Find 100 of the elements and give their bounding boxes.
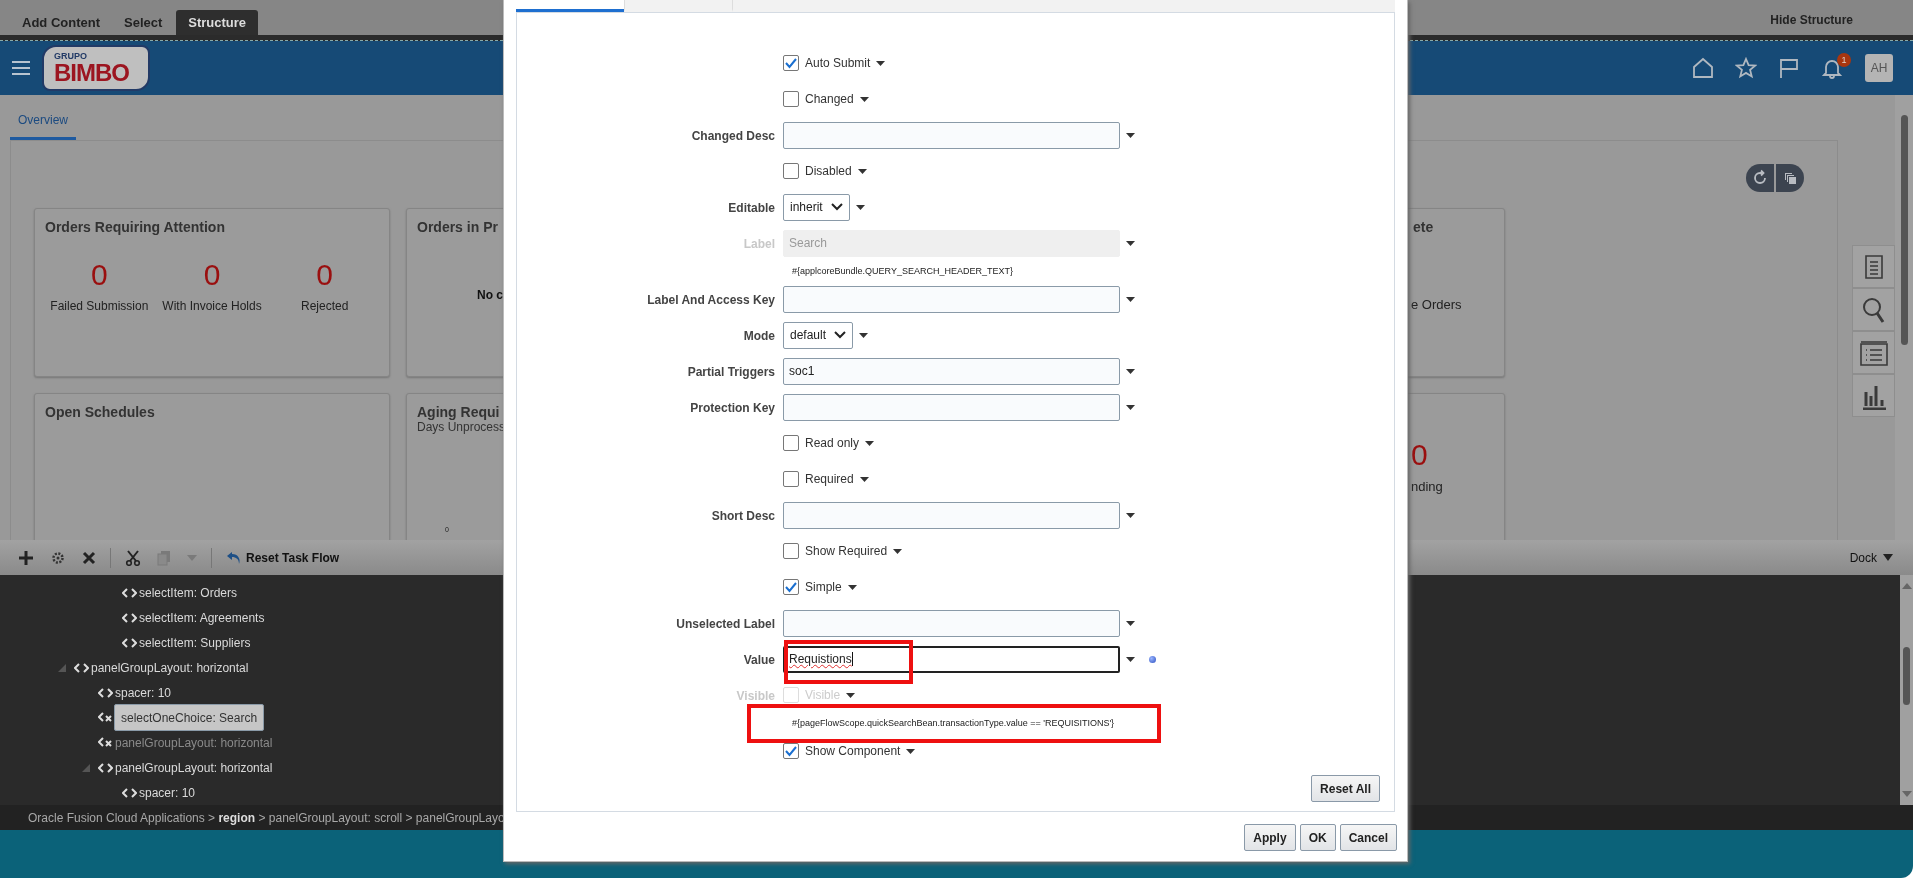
- caret-icon[interactable]: [855, 204, 865, 210]
- text-field[interactable]: [783, 609, 1120, 637]
- dialog-button[interactable]: Cancel: [1339, 824, 1397, 851]
- field-label: Changed Desc: [691, 129, 775, 143]
- caret-icon[interactable]: [859, 476, 869, 482]
- tree-item[interactable]: panelGroupLayout: horizontal: [114, 758, 274, 777]
- document-icon[interactable]: [1852, 245, 1895, 288]
- caret-icon[interactable]: [906, 748, 916, 754]
- menu-icon[interactable]: [12, 61, 30, 75]
- tag-icon: [122, 787, 137, 798]
- notification-badge: 1: [1837, 53, 1851, 67]
- field-label: Short Desc: [711, 509, 775, 523]
- caret-icon[interactable]: [1126, 296, 1135, 302]
- text-field[interactable]: [783, 393, 1120, 421]
- checkbox[interactable]: [783, 543, 799, 559]
- plus-icon[interactable]: [18, 549, 34, 566]
- metric-label: With Invoice Holds: [162, 299, 262, 313]
- expression-text: #{applcoreBundle.QUERY_SEARCH_HEADER_TEXT}: [792, 266, 1013, 276]
- scrollbar[interactable]: [1900, 575, 1913, 805]
- delete-icon[interactable]: [82, 550, 96, 565]
- logo[interactable]: GRUPO BIMBO: [42, 45, 150, 91]
- tree-item[interactable]: selectItem: Suppliers: [138, 633, 252, 652]
- caret-icon[interactable]: [893, 548, 903, 554]
- caret-icon[interactable]: [846, 692, 856, 698]
- tag-icon: [122, 587, 137, 598]
- checkbox-label: Show Required: [805, 544, 888, 558]
- scrollbar[interactable]: [1895, 95, 1913, 540]
- text-field[interactable]: soc1: [783, 357, 1120, 385]
- text-field[interactable]: [783, 121, 1120, 149]
- star-icon[interactable]: [1735, 57, 1757, 79]
- tree-item[interactable]: selectItem: Agreements: [138, 608, 266, 627]
- hide-structure-link[interactable]: Hide Structure: [1770, 13, 1853, 27]
- checkbox-label: Simple: [805, 580, 842, 594]
- checkbox[interactable]: [783, 163, 799, 179]
- tree-item[interactable]: selectItem: Orders: [138, 583, 239, 602]
- structure-tab[interactable]: Select: [112, 10, 175, 35]
- caret-icon[interactable]: [865, 440, 875, 446]
- layers-icon[interactable]: [1776, 164, 1804, 192]
- tree-item[interactable]: panelGroupLayout: horizontal: [90, 658, 250, 677]
- caret-icon[interactable]: [857, 168, 867, 174]
- tree-item[interactable]: spacer: 10: [114, 683, 173, 702]
- dropdown[interactable]: default: [783, 321, 854, 349]
- checkbox[interactable]: [783, 91, 799, 107]
- card-title: Open Schedules: [44, 404, 156, 420]
- card-title: Aging Requi: [416, 404, 501, 420]
- checkbox[interactable]: [783, 435, 799, 451]
- caret-icon[interactable]: [876, 60, 886, 66]
- refresh-icon[interactable]: [1746, 164, 1774, 192]
- chevron-icon: [834, 331, 847, 339]
- caret-icon[interactable]: [1126, 512, 1135, 518]
- card-subtitle: Days Unprocess: [416, 420, 507, 434]
- dropdown[interactable]: inherit: [783, 193, 850, 221]
- structure-tab[interactable]: Add Content: [10, 10, 112, 35]
- tree-item[interactable]: spacer: 10: [138, 783, 197, 802]
- logo-text: GRUPO: [54, 51, 88, 61]
- caret-icon[interactable]: [1126, 368, 1135, 374]
- caret-icon[interactable]: [1126, 132, 1135, 138]
- home-icon[interactable]: [1692, 57, 1714, 79]
- text-field[interactable]: [783, 285, 1120, 313]
- field-label: Protection Key: [690, 401, 775, 415]
- caret-icon[interactable]: [859, 332, 869, 338]
- bar-chart-icon[interactable]: [1852, 374, 1895, 417]
- checkbox[interactable]: [783, 743, 799, 759]
- checkbox-label: Changed: [805, 92, 854, 106]
- reset-all-button[interactable]: Reset All: [1311, 775, 1380, 802]
- tag-icon: [98, 762, 113, 773]
- flag-icon[interactable]: [1778, 57, 1800, 79]
- structure-tab[interactable]: Structure: [176, 10, 259, 35]
- dialog-tab[interactable]: [516, 0, 624, 12]
- reset-task-flow-button[interactable]: Reset Task Flow: [226, 550, 340, 565]
- caret-icon[interactable]: [1126, 240, 1135, 246]
- field-label: Partial Triggers: [687, 365, 775, 379]
- user-avatar[interactable]: AH: [1865, 54, 1893, 82]
- checkbox[interactable]: [783, 579, 799, 595]
- tree-item[interactable]: selectOneChoice: Search: [114, 704, 265, 731]
- checkbox[interactable]: [783, 471, 799, 487]
- dialog-button[interactable]: Apply: [1244, 824, 1296, 851]
- tree-item[interactable]: panelGroupLayout: horizontal: [114, 733, 274, 752]
- checkbox-label: Show Component: [805, 744, 901, 758]
- metric-label: nding: [1411, 479, 1443, 494]
- text-field[interactable]: Requistions: [783, 645, 1120, 673]
- search-icon[interactable]: [1852, 288, 1895, 331]
- scrollbar-thumb[interactable]: [1900, 115, 1908, 345]
- caret-icon[interactable]: [847, 584, 857, 590]
- checkbox-label: Disabled: [805, 164, 852, 178]
- notification-bell-icon[interactable]: [1821, 57, 1843, 79]
- caret-icon[interactable]: [1126, 656, 1135, 662]
- caret-icon[interactable]: [1126, 620, 1135, 626]
- list-icon[interactable]: [1852, 331, 1895, 374]
- text-field[interactable]: [783, 501, 1120, 529]
- logo-text: BIMBO: [54, 61, 130, 85]
- dock-menu-button[interactable]: Dock: [1849, 550, 1893, 565]
- card-title: Orders in Pr: [416, 219, 499, 235]
- caret-icon[interactable]: [1126, 404, 1135, 410]
- checkbox[interactable]: [783, 55, 799, 71]
- scissors-icon[interactable]: [125, 549, 141, 566]
- tag-icon: [74, 662, 89, 673]
- scrollbar-thumb[interactable]: [1903, 647, 1910, 705]
- empty-message: No c: [477, 288, 504, 302]
- dialog-button[interactable]: OK: [1299, 824, 1336, 851]
